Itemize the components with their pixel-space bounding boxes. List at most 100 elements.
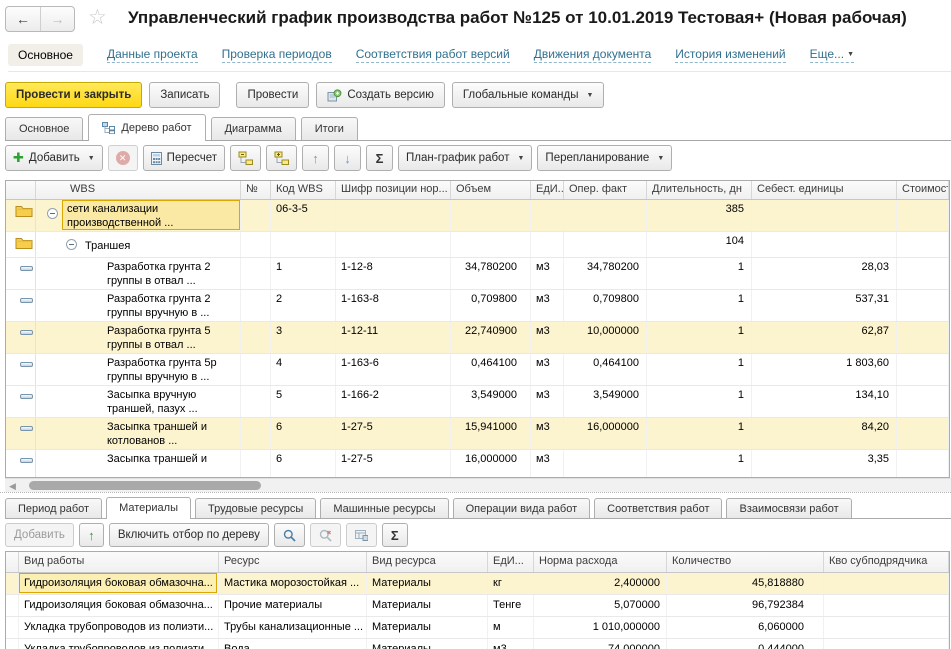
cell-wbs[interactable]: Разработка грунта 2группы в отвал ...	[36, 258, 241, 289]
cell-resource[interactable]: Прочие материалы	[219, 595, 367, 616]
table-row[interactable]: сети канализации производственной ... 06…	[6, 200, 949, 232]
cell-shifr[interactable]: 1-27-5	[336, 418, 451, 449]
table-row[interactable]: Засыпка траншей и 6 1-27-5 16,000000 м3 …	[6, 450, 949, 478]
cell-subcontractor-qty[interactable]	[824, 617, 949, 638]
cell-unit[interactable]: м3	[531, 258, 564, 289]
cell-volume[interactable]	[451, 200, 531, 231]
cell-unit[interactable]: м3	[531, 290, 564, 321]
selected-cell[interactable]: Гидроизоляция боковая обмазочна...	[19, 573, 217, 593]
totals-button[interactable]: Σ	[382, 523, 408, 547]
replan-button[interactable]: Перепланирование▼	[537, 145, 672, 171]
cell-cost[interactable]	[897, 290, 949, 321]
cell-kod-wbs[interactable]: 3	[271, 322, 336, 353]
cell-cost[interactable]	[897, 450, 949, 478]
cell-shifr[interactable]: 1-27-5	[336, 450, 451, 478]
table-row[interactable]: Укладка трубопроводов из полиэти... Вода…	[6, 639, 949, 649]
cancel-search-button[interactable]	[310, 523, 341, 547]
cell-unit[interactable]: м3	[531, 418, 564, 449]
cell-work-type[interactable]: Укладка трубопроводов из полиэти...	[19, 617, 219, 638]
table-row[interactable]: Разработка грунта 5ргруппы вручную в ...…	[6, 354, 949, 386]
header-unit-cost[interactable]: Себест. единицы	[752, 181, 897, 199]
header-kod-wbs[interactable]: Код WBS	[271, 181, 336, 199]
header-quantity[interactable]: Количество	[667, 552, 824, 572]
cell-cost[interactable]	[897, 200, 949, 231]
cell-unit[interactable]: м3	[531, 322, 564, 353]
cell-oper-fact[interactable]	[564, 232, 647, 257]
cell-cost[interactable]	[897, 354, 949, 385]
tab-diagram[interactable]: Диаграмма	[211, 117, 296, 140]
cell-resource-type[interactable]: Материалы	[367, 617, 488, 638]
add-material-button[interactable]: Добавить	[5, 523, 74, 547]
write-button[interactable]: Записать	[149, 82, 220, 108]
add-button[interactable]: ✚ Добавить▼	[5, 145, 103, 171]
table-row[interactable]: Траншея 104	[6, 232, 949, 258]
table-row[interactable]: Засыпка вручнуютраншей, пазух ... 5 1-16…	[6, 386, 949, 418]
cell-rate[interactable]: 74,000000	[534, 639, 667, 649]
cell-unit-cost[interactable]: 1 803,60	[752, 354, 897, 385]
cell-quantity[interactable]: 0,444000	[667, 639, 824, 649]
header-resource-type[interactable]: Вид ресурса	[367, 552, 488, 572]
header-rate[interactable]: Норма расхода	[534, 552, 667, 572]
nav-link-version-matching[interactable]: Соответствия работ версий	[356, 47, 510, 63]
cell-kod-wbs[interactable]: 06-3-5	[271, 200, 336, 231]
cell-shifr[interactable]: 1-163-6	[336, 354, 451, 385]
cell-volume[interactable]: 0,464100	[451, 354, 531, 385]
table-row[interactable]: Укладка трубопроводов из полиэти... Труб…	[6, 617, 949, 639]
cell-oper-fact[interactable]	[564, 200, 647, 231]
cell-unit-cost[interactable]: 84,20	[752, 418, 897, 449]
cell-number[interactable]	[241, 354, 271, 385]
cell-wbs[interactable]: сети канализации производственной ...	[36, 200, 241, 231]
cell-unit[interactable]: м3	[488, 639, 534, 649]
cell-subcontractor-qty[interactable]	[824, 639, 949, 649]
cell-volume[interactable]: 15,941000	[451, 418, 531, 449]
header-oper-fact[interactable]: Опер. факт	[564, 181, 647, 199]
collapse-node-icon[interactable]	[47, 208, 58, 219]
recalc-button[interactable]: Пересчет	[143, 145, 225, 171]
favorite-star-icon[interactable]: ☆	[88, 5, 107, 30]
cell-kod-wbs[interactable]: 5	[271, 386, 336, 417]
post-and-close-button[interactable]: Провести и закрыть	[5, 82, 142, 108]
cell-shifr[interactable]: 1-166-2	[336, 386, 451, 417]
cell-quantity[interactable]: 6,060000	[667, 617, 824, 638]
cell-unit-cost[interactable]: 62,87	[752, 322, 897, 353]
cell-quantity[interactable]: 96,792384	[667, 595, 824, 616]
cell-cost[interactable]	[897, 258, 949, 289]
cell-wbs[interactable]: Траншея	[36, 232, 241, 257]
cell-unit[interactable]	[531, 232, 564, 257]
cell-oper-fact[interactable]	[564, 450, 647, 478]
cell-volume[interactable]: 0,709800	[451, 290, 531, 321]
plan-schedule-button[interactable]: План-график работ▼	[398, 145, 532, 171]
tab-work-type-operations[interactable]: Операции вида работ	[453, 498, 591, 518]
cell-shifr[interactable]	[336, 200, 451, 231]
header-cost[interactable]: Стоимост	[897, 181, 949, 199]
header-subcontractor-qty[interactable]: Кво субподрядчика	[824, 552, 949, 572]
nav-link-document-movements[interactable]: Движения документа	[534, 47, 652, 63]
tree-filter-button[interactable]: Включить отбор по дереву	[109, 523, 269, 547]
cell-resource-type[interactable]: Материалы	[367, 639, 488, 649]
tab-totals[interactable]: Итоги	[301, 117, 358, 140]
header-wbs[interactable]: WBS	[36, 181, 241, 199]
table-row[interactable]: Разработка грунта 2группы в отвал ... 1 …	[6, 258, 949, 290]
cell-number[interactable]	[241, 386, 271, 417]
post-button[interactable]: Провести	[236, 82, 309, 108]
header-unit[interactable]: ЕдИ...	[531, 181, 564, 199]
tab-work-tree[interactable]: Дерево работ	[88, 114, 205, 141]
cell-number[interactable]	[241, 258, 271, 289]
cancel-button[interactable]: ✕	[108, 145, 138, 171]
tab-work-links[interactable]: Взаимосвязи работ	[726, 498, 851, 518]
cell-wbs[interactable]: Разработка грунта 5группы в отвал ...	[36, 322, 241, 353]
cell-volume[interactable]: 34,780200	[451, 258, 531, 289]
create-version-button[interactable]: Создать версию	[316, 82, 444, 108]
cell-shifr[interactable]	[336, 232, 451, 257]
expand-all-button[interactable]	[266, 145, 297, 171]
cell-resource-type[interactable]: Материалы	[367, 573, 488, 594]
cell-rate[interactable]: 2,400000	[534, 573, 667, 594]
cell-resource-type[interactable]: Материалы	[367, 595, 488, 616]
cell-duration[interactable]: 1	[647, 354, 752, 385]
header-unit[interactable]: ЕдИ...	[488, 552, 534, 572]
cell-duration[interactable]: 1	[647, 258, 752, 289]
cell-volume[interactable]: 16,000000	[451, 450, 531, 478]
cell-number[interactable]	[241, 290, 271, 321]
forward-button[interactable]: →	[40, 7, 74, 31]
cell-duration[interactable]: 1	[647, 322, 752, 353]
